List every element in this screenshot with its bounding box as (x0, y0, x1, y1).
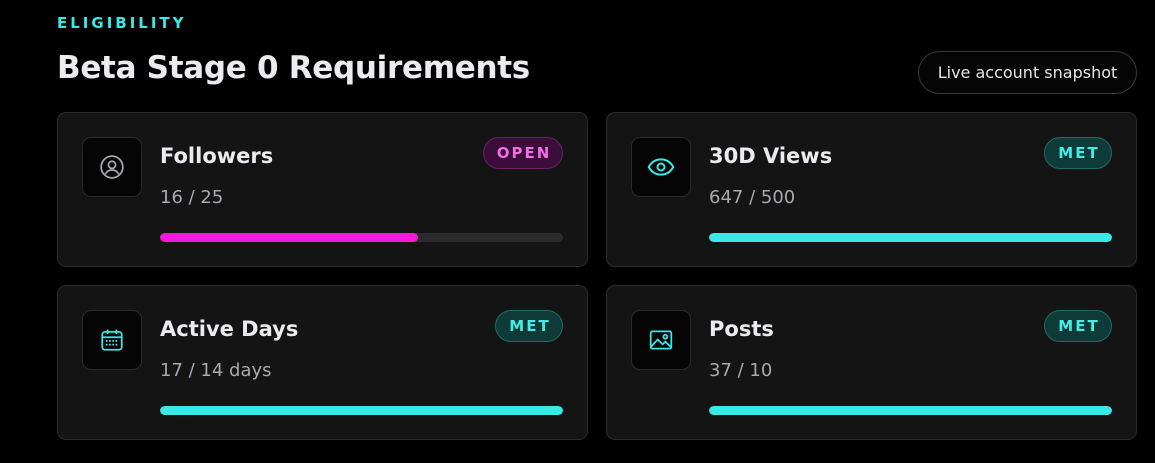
image-icon (631, 310, 691, 370)
progress-fill (709, 406, 1112, 415)
requirement-value: 16 / 25 (160, 187, 224, 208)
progress-track (709, 233, 1112, 242)
section-eyebrow: ELIGIBILITY (57, 14, 187, 32)
requirement-value: 647 / 500 (709, 187, 796, 208)
progress-fill (160, 406, 563, 415)
requirement-card-followers: Followers OPEN 16 / 25 (57, 112, 588, 267)
progress-track (160, 406, 563, 415)
requirement-label: 30D Views (709, 144, 833, 168)
page-title: Beta Stage 0 Requirements (57, 50, 530, 86)
progress-track (160, 233, 563, 242)
user-circle-icon (82, 137, 142, 197)
calendar-icon (82, 310, 142, 370)
status-badge: MET (1044, 137, 1112, 169)
requirement-label: Followers (160, 144, 274, 168)
progress-track (709, 406, 1112, 415)
requirement-card-30d-views: 30D Views MET 647 / 500 (606, 112, 1137, 267)
requirement-card-active-days: Active Days MET 17 / 14 days (57, 285, 588, 440)
progress-fill (709, 233, 1112, 242)
eligibility-page: ELIGIBILITY Beta Stage 0 Requirements Li… (0, 0, 1155, 463)
requirement-card-posts: Posts MET 37 / 10 (606, 285, 1137, 440)
requirement-label: Posts (709, 317, 774, 341)
status-badge: OPEN (483, 137, 563, 169)
progress-fill (160, 233, 418, 242)
live-account-snapshot-button[interactable]: Live account snapshot (918, 51, 1137, 94)
requirement-value: 37 / 10 (709, 360, 773, 381)
requirement-value: 17 / 14 days (160, 360, 272, 381)
eye-icon (631, 137, 691, 197)
status-badge: MET (1044, 310, 1112, 342)
status-badge: MET (495, 310, 563, 342)
requirement-label: Active Days (160, 317, 299, 341)
